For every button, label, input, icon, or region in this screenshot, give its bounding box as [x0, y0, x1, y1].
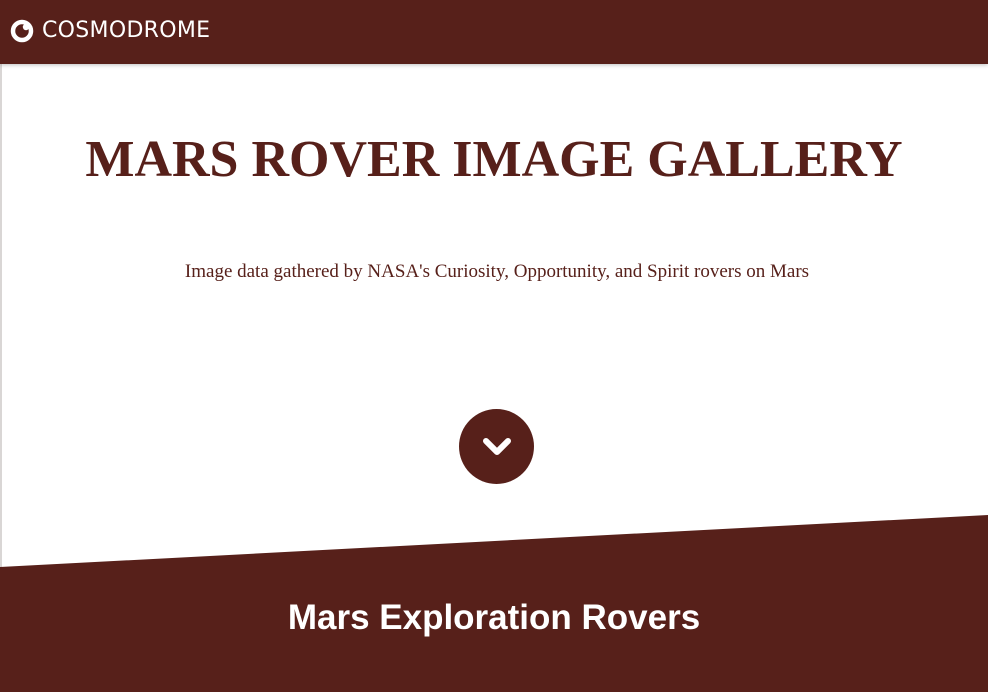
brand-name: COSMODROME [42, 18, 211, 43]
page-subtitle: Image data gathered by NASA's Curiosity,… [184, 261, 810, 282]
chevron-down-icon [482, 437, 512, 457]
scroll-down-button[interactable] [459, 409, 534, 484]
cosmodrome-logo-icon [10, 19, 42, 43]
brand-link[interactable]: COSMODROME [10, 16, 210, 46]
navbar: COSMODROME [0, 0, 988, 64]
page-title: MARS ROVER IMAGE GALLERY [85, 131, 903, 188]
page: COSMODROME MARS ROVER IMAGE GALLERY Imag… [0, 0, 988, 692]
rovers-section-title: Mars Exploration Rovers [287, 598, 701, 637]
